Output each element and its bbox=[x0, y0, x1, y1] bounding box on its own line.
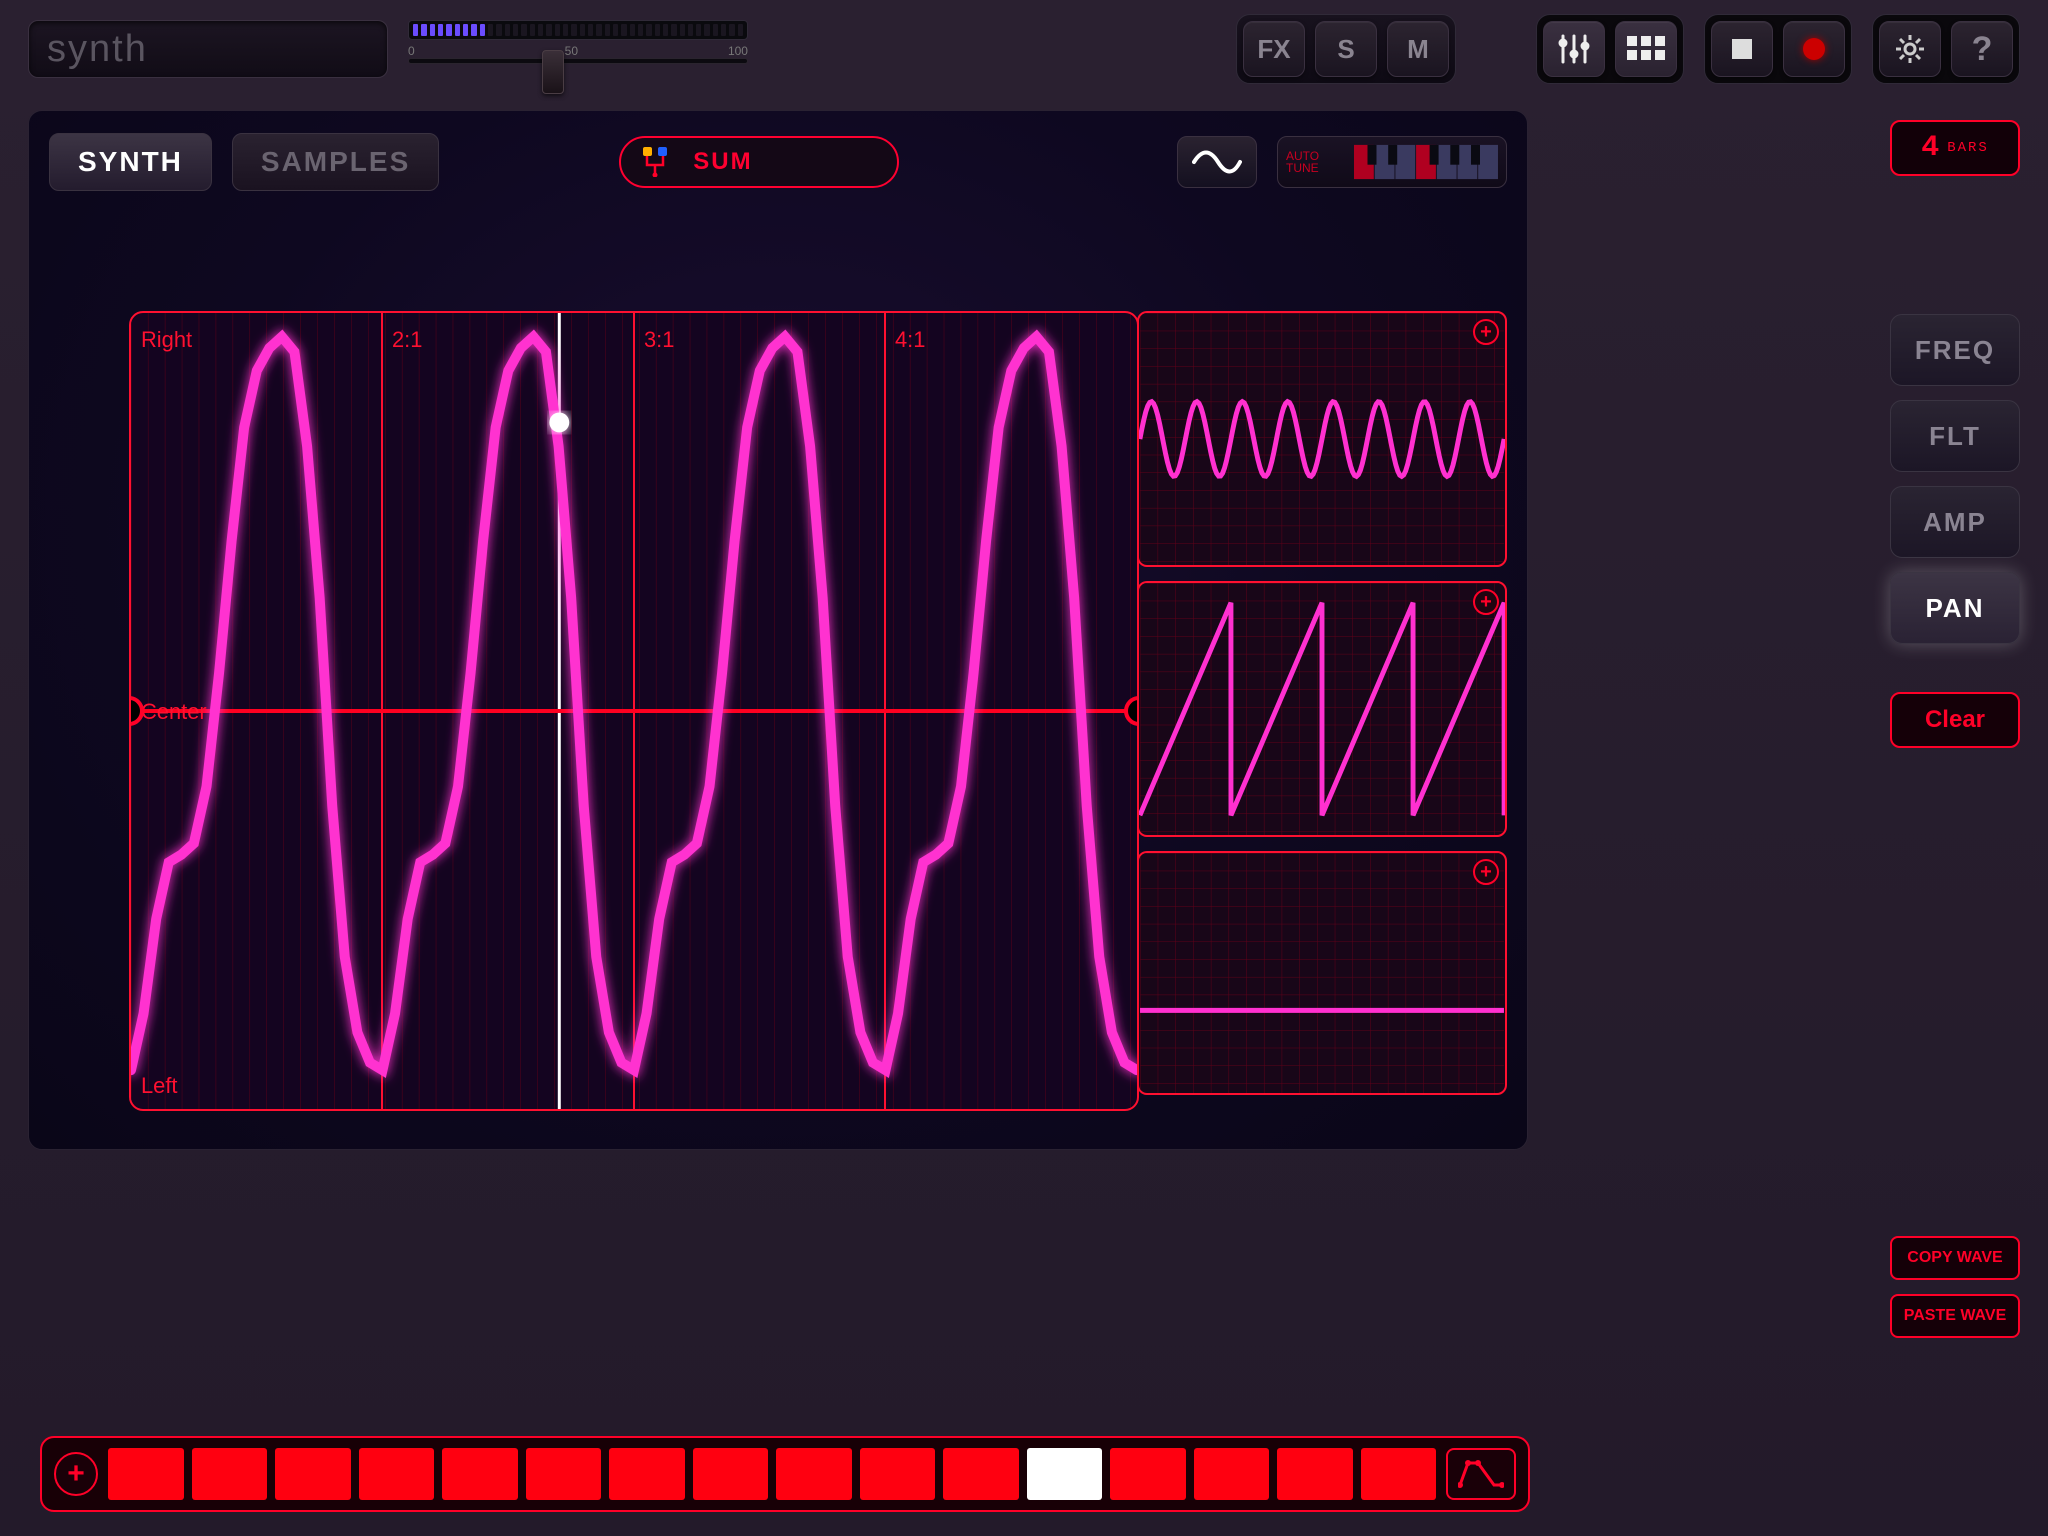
keyboard-icon bbox=[1354, 143, 1498, 181]
seq-step-5[interactable] bbox=[442, 1448, 518, 1500]
param-flt-button[interactable]: FLT bbox=[1890, 400, 2020, 472]
channel-mode-group: FX S M bbox=[1236, 14, 1456, 84]
seq-step-15[interactable] bbox=[1277, 1448, 1353, 1500]
stop-button[interactable] bbox=[1711, 21, 1773, 77]
tab-samples[interactable]: SAMPLES bbox=[232, 133, 439, 191]
preset-name-field[interactable]: synth bbox=[28, 20, 388, 78]
mute-button[interactable]: M bbox=[1387, 21, 1449, 77]
bars-display[interactable]: 4 BARS bbox=[1890, 120, 2020, 176]
step-sequencer: + bbox=[40, 1436, 1530, 1512]
seq-step-3[interactable] bbox=[275, 1448, 351, 1500]
mini-scope-stack: + + + bbox=[1137, 311, 1507, 1095]
wave-editor-panel: SYNTH SAMPLES SUM AUTO TUNE bbox=[28, 110, 1528, 1150]
stop-icon bbox=[1732, 39, 1752, 59]
mini-scope-2-add[interactable]: + bbox=[1473, 589, 1499, 615]
volume-group: 0 50 100 bbox=[408, 20, 748, 78]
sequencer-steps bbox=[108, 1448, 1436, 1500]
envelope-button[interactable] bbox=[1446, 1448, 1516, 1500]
svg-text:4:1: 4:1 bbox=[895, 327, 925, 352]
record-button[interactable] bbox=[1783, 21, 1845, 77]
sliders-icon bbox=[1557, 34, 1591, 64]
mini-scope-1-add[interactable]: + bbox=[1473, 319, 1499, 345]
autotune-keyboard[interactable]: AUTO TUNE bbox=[1277, 136, 1507, 188]
fx-button[interactable]: FX bbox=[1243, 21, 1305, 77]
mini-scope-3-add[interactable]: + bbox=[1473, 859, 1499, 885]
seq-step-1[interactable] bbox=[108, 1448, 184, 1500]
param-amp-button[interactable]: AMP bbox=[1890, 486, 2020, 558]
seq-step-16[interactable] bbox=[1361, 1448, 1437, 1500]
seq-step-14[interactable] bbox=[1194, 1448, 1270, 1500]
transport-group bbox=[1704, 14, 1852, 84]
seq-step-7[interactable] bbox=[609, 1448, 685, 1500]
solo-button[interactable]: S bbox=[1315, 21, 1377, 77]
seq-step-13[interactable] bbox=[1110, 1448, 1186, 1500]
seq-step-8[interactable] bbox=[693, 1448, 769, 1500]
param-pan-button[interactable]: PAN bbox=[1890, 572, 2020, 644]
svg-text:Right: Right bbox=[141, 327, 192, 352]
tab-synth[interactable]: SYNTH bbox=[49, 133, 212, 191]
help-button[interactable]: ? bbox=[1951, 21, 2013, 77]
merge-icon bbox=[641, 147, 669, 177]
bars-count: 4 bbox=[1921, 131, 1939, 165]
settings-button[interactable] bbox=[1879, 21, 1941, 77]
envelope-icon bbox=[1458, 1459, 1504, 1489]
output-meter bbox=[408, 20, 748, 40]
sequencer-add-button[interactable]: + bbox=[54, 1452, 98, 1496]
record-icon bbox=[1803, 38, 1825, 60]
volume-thumb[interactable] bbox=[542, 50, 564, 94]
preset-name-text: synth bbox=[47, 28, 148, 71]
pads-view-button[interactable] bbox=[1615, 21, 1677, 77]
wave-shape-toggle[interactable] bbox=[1177, 136, 1257, 188]
seq-step-4[interactable] bbox=[359, 1448, 435, 1500]
seq-step-11[interactable] bbox=[943, 1448, 1019, 1500]
seq-step-2[interactable] bbox=[192, 1448, 268, 1500]
svg-text:Left: Left bbox=[141, 1073, 178, 1098]
seq-step-10[interactable] bbox=[860, 1448, 936, 1500]
volume-slider[interactable]: 0 50 100 bbox=[408, 44, 748, 78]
combine-mode-label: SUM bbox=[693, 148, 752, 176]
gear-icon bbox=[1895, 34, 1925, 64]
mini-scope-1[interactable]: + bbox=[1137, 311, 1507, 567]
system-group: ? bbox=[1872, 14, 2020, 84]
param-freq-button[interactable]: FREQ bbox=[1890, 314, 2020, 386]
seq-step-9[interactable] bbox=[776, 1448, 852, 1500]
view-switch-group bbox=[1536, 14, 1684, 84]
mini-scope-2[interactable]: + bbox=[1137, 581, 1507, 837]
seq-step-12[interactable] bbox=[1027, 1448, 1103, 1500]
copy-wave-button[interactable]: COPY WAVE bbox=[1890, 1236, 2020, 1280]
paste-wave-button[interactable]: PASTE WAVE bbox=[1890, 1294, 2020, 1338]
svg-text:3:1: 3:1 bbox=[644, 327, 674, 352]
combine-mode-button[interactable]: SUM bbox=[619, 136, 899, 188]
svg-text:Center: Center bbox=[141, 699, 207, 724]
sine-icon bbox=[1192, 149, 1242, 175]
volume-tick-labels: 0 50 100 bbox=[408, 44, 748, 56]
mixer-view-button[interactable] bbox=[1543, 21, 1605, 77]
mini-scope-3[interactable]: + bbox=[1137, 851, 1507, 1095]
grid-icon bbox=[1627, 36, 1665, 62]
bars-label: BARS bbox=[1947, 140, 1989, 156]
svg-text:2:1: 2:1 bbox=[392, 327, 422, 352]
autotune-label: AUTO TUNE bbox=[1286, 150, 1348, 174]
main-waveform-scope[interactable]: Right Center Left 2:1 3:1 4:1 bbox=[129, 311, 1139, 1111]
clear-button[interactable]: Clear bbox=[1890, 692, 2020, 748]
seq-step-6[interactable] bbox=[526, 1448, 602, 1500]
